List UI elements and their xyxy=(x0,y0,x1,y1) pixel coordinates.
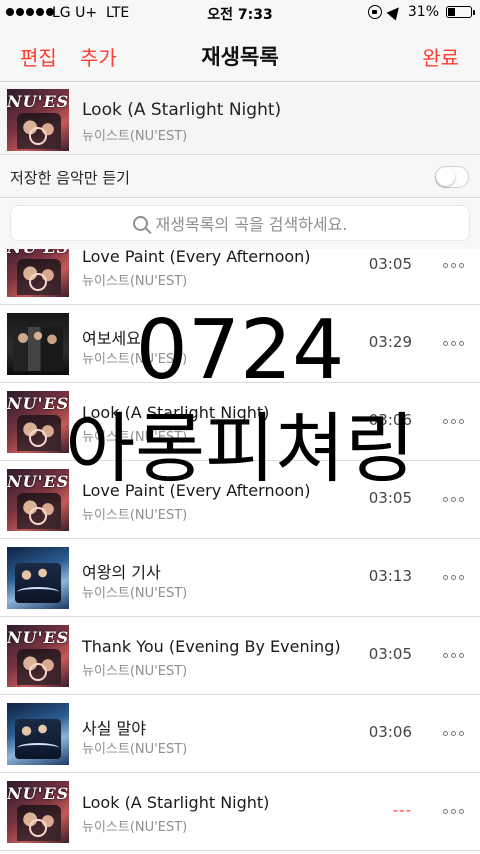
song-artist: 뉴이스트(NU'EST) xyxy=(82,274,188,289)
album-art: NU'EST xyxy=(7,249,69,297)
search-placeholder: 재생목록의 곡을 검색하세요. xyxy=(155,215,348,234)
song-duration: 03:06 xyxy=(368,411,412,429)
more-options-icon[interactable] xyxy=(443,731,464,736)
orientation-lock-icon xyxy=(367,5,382,19)
search-bar: 재생목록의 곡을 검색하세요. xyxy=(0,199,480,249)
song-duration: 03:06 xyxy=(368,723,412,741)
album-art xyxy=(7,313,69,375)
album-art xyxy=(7,703,69,765)
more-options-icon[interactable] xyxy=(443,809,464,814)
more-options-icon[interactable] xyxy=(443,653,464,658)
more-options-icon[interactable] xyxy=(443,341,464,346)
more-options-icon[interactable] xyxy=(443,419,464,424)
album-logo-text: NU'EST xyxy=(7,249,69,257)
song-title: Thank You (Evening By Evening) xyxy=(82,637,341,656)
more-options-icon[interactable] xyxy=(443,497,464,502)
album-logo-text: NU'EST xyxy=(7,472,69,491)
song-artist: 뉴이스트(NU'EST) xyxy=(82,742,188,757)
album-art: NU'EST xyxy=(7,625,69,687)
song-duration: 03:13 xyxy=(368,567,412,585)
album-art xyxy=(7,547,69,609)
saved-music-only-label: 저장한 음악만 듣기 xyxy=(10,169,130,187)
album-logo-text: NU'EST xyxy=(7,628,69,647)
song-duration: 03:05 xyxy=(368,255,412,273)
song-duration: 03:29 xyxy=(368,333,412,351)
song-title: 여왕의 기사 xyxy=(82,563,161,582)
search-icon xyxy=(132,215,148,231)
nav-bar: 편집 추가 재생목록 완료 xyxy=(0,34,480,74)
song-title: Love Paint (Every Afternoon) xyxy=(82,249,311,266)
song-artist: 뉴이스트(NU'EST) xyxy=(82,586,188,601)
album-art: NU'EST xyxy=(7,469,69,531)
song-row[interactable]: NU'EST Love Paint (Every Afternoon) 뉴이스트(N… xyxy=(0,461,480,539)
status-bar: LG U+ LTE 오전 7:33 31% xyxy=(0,0,480,28)
song-duration: 03:05 xyxy=(368,645,412,663)
more-options-icon[interactable] xyxy=(443,263,464,268)
song-artist: 뉴이스트(NU'EST) xyxy=(82,430,188,445)
song-title: Look (A Starlight Night) xyxy=(82,403,270,422)
album-art: NU'EST xyxy=(7,781,69,843)
song-row[interactable]: NU'EST Look (A Starlight Night) 뉴이스트(NU'ES… xyxy=(0,383,480,461)
song-row[interactable]: NU'EST Look (A Starlight Night) 뉴이스트(NU'ES… xyxy=(0,773,480,851)
battery-percent: 31% xyxy=(407,4,439,20)
status-icons: 31% xyxy=(367,3,475,21)
song-row[interactable]: 사실 말야뉴이스트(NU'EST) 03:06 xyxy=(0,695,480,773)
album-logo-text: NU'EST xyxy=(7,784,69,803)
song-title: 여보세요 xyxy=(82,329,141,348)
saved-music-only-toggle[interactable] xyxy=(435,166,469,188)
now-playing-bar[interactable]: NU'EST Look (A Starlight Night) 뉴이스트(NU'… xyxy=(0,83,480,155)
search-input[interactable]: 재생목록의 곡을 검색하세요. xyxy=(10,205,470,241)
saved-music-only-row: 저장한 음악만 듣기 xyxy=(0,156,480,198)
album-art: NU'EST xyxy=(7,391,69,453)
song-row[interactable]: 여왕의 기사뉴이스트(NU'EST) 03:13 xyxy=(0,539,480,617)
battery-icon xyxy=(446,6,475,18)
page-title: 재생목록 xyxy=(201,45,279,69)
album-logo-text: NU'EST xyxy=(7,92,69,111)
top-bar: LG U+ LTE 오전 7:33 31% 편집 추가 재생목록 완료 xyxy=(0,0,480,82)
song-artist: 뉴이스트(NU'EST) xyxy=(82,352,188,367)
location-arrow-icon xyxy=(386,3,404,21)
more-options-icon[interactable] xyxy=(443,575,464,580)
toggle-knob xyxy=(436,167,455,186)
album-logo-text: NU'EST xyxy=(7,394,69,413)
song-artist: 뉴이스트(NU'EST) xyxy=(82,508,188,523)
song-title: 사실 말야 xyxy=(82,719,146,738)
now-playing-artist: 뉴이스트(NU'EST) xyxy=(82,129,188,144)
song-artist: 뉴이스트(NU'EST) xyxy=(82,664,188,679)
album-art: NU'EST xyxy=(7,89,69,151)
song-row[interactable]: NU'EST Thank You (Evening By Evening) 뉴이스트… xyxy=(0,617,480,695)
song-title: Love Paint (Every Afternoon) xyxy=(82,481,311,500)
song-duration: --- xyxy=(392,801,412,819)
song-duration: 03:05 xyxy=(368,489,412,507)
song-row[interactable]: 여보세요뉴이스트(NU'EST) 03:29 xyxy=(0,305,480,383)
song-row[interactable]: NU'EST Love Paint (Every Afternoon) 뉴이스트(N… xyxy=(0,249,480,305)
playlist[interactable]: NU'EST Love Paint (Every Afternoon) 뉴이스트(N… xyxy=(0,249,480,854)
now-playing-title: Look (A Starlight Night) xyxy=(82,100,282,120)
song-title: Look (A Starlight Night) xyxy=(82,793,270,812)
done-button[interactable]: 완료 xyxy=(422,42,459,71)
song-artist: 뉴이스트(NU'EST) xyxy=(82,820,188,835)
